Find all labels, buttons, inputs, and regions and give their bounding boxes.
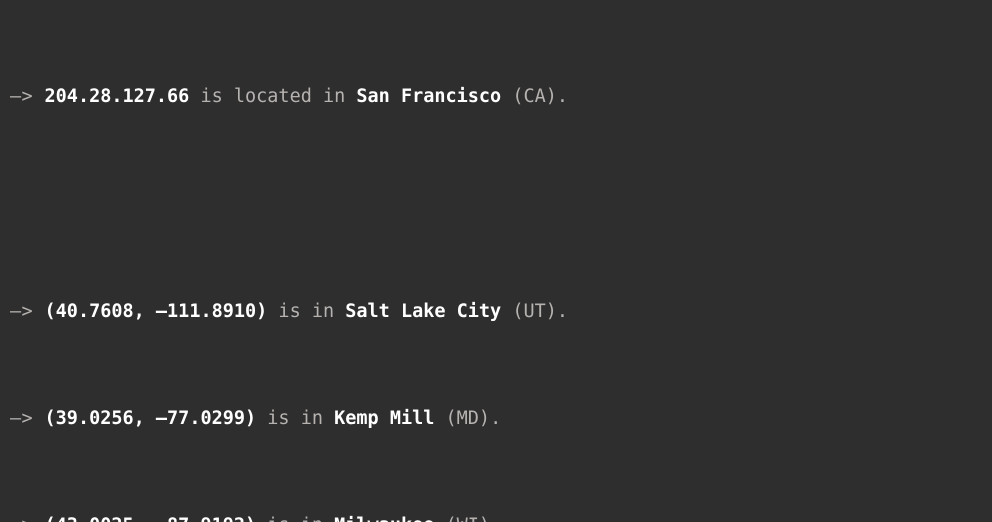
coord-city: Kemp Mill (334, 408, 434, 429)
coord-lookup-line: –> (40.7608, –111.8910) is in Salt Lake … (10, 299, 982, 326)
coord-city: Salt Lake City (345, 301, 501, 322)
terminal-output: –> 204.28.127.66 is located in San Franc… (0, 0, 992, 522)
text: (UT). (501, 301, 568, 322)
ip-address: 204.28.127.66 (45, 86, 190, 107)
coord-lookup-line: –> (39.0256, –77.0299) is in Kemp Mill (… (10, 406, 982, 433)
text: is in (267, 301, 345, 322)
arrow-icon: –> (10, 301, 45, 322)
ip-city: San Francisco (356, 86, 501, 107)
text: (CA). (501, 86, 568, 107)
arrow-icon: –> (10, 86, 45, 107)
text: (WI). (434, 515, 501, 522)
coords: (43.0025, –87.9192) (45, 515, 257, 522)
coords: (40.7608, –111.8910) (45, 301, 268, 322)
blank-line (10, 192, 982, 219)
text: is in (256, 515, 334, 522)
text: is in (256, 408, 334, 429)
coord-lookup-line: –> (43.0025, –87.9192) is in Milwaukee (… (10, 513, 982, 522)
text: is located in (189, 86, 356, 107)
coord-city: Milwaukee (334, 515, 434, 522)
arrow-icon: –> (10, 408, 45, 429)
arrow-icon: –> (10, 515, 45, 522)
text: (MD). (434, 408, 501, 429)
ip-lookup-line: –> 204.28.127.66 is located in San Franc… (10, 84, 982, 111)
coords: (39.0256, –77.0299) (45, 408, 257, 429)
